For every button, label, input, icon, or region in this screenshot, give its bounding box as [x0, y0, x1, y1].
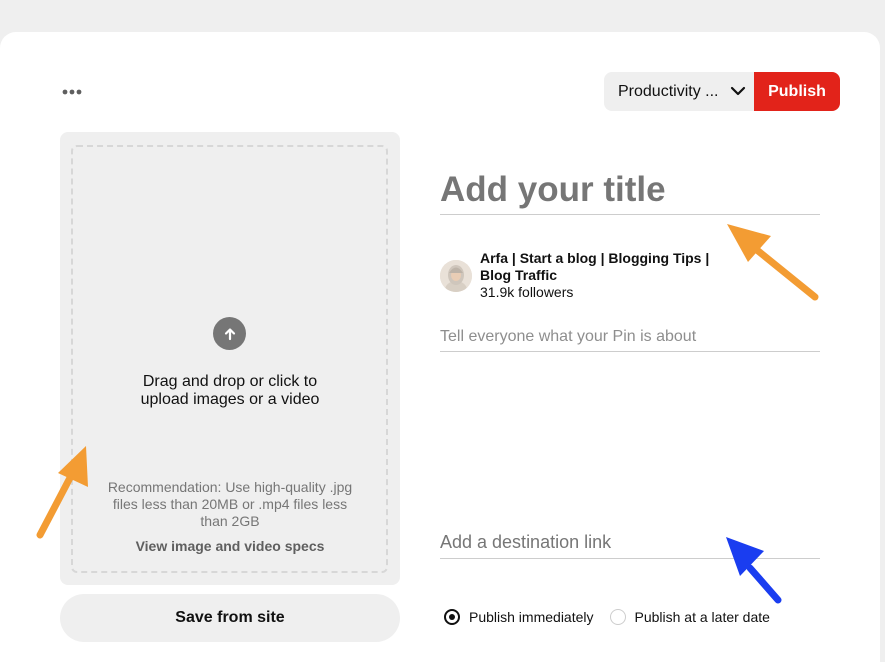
avatar-image	[440, 260, 472, 292]
profile-name-line2[interactable]: Blog Traffic	[480, 267, 740, 284]
upload-instructions: Drag and drop or click to upload images …	[60, 373, 400, 409]
chevron-down-icon	[730, 86, 746, 96]
publish-immediately-option[interactable]: Publish immediately	[444, 609, 594, 625]
description-input[interactable]	[440, 322, 820, 352]
upload-panel: Drag and drop or click to upload images …	[60, 132, 400, 585]
recommendation-line2: files less than 20MB or .mp4 files less	[112, 496, 348, 512]
avatar	[440, 260, 472, 292]
board-select-value: Productivity ...	[618, 82, 719, 100]
destination-link-input[interactable]	[440, 527, 820, 559]
more-horizontal-icon	[62, 89, 82, 95]
profile-name-line1[interactable]: Arfa | Start a blog | Blogging Tips |	[480, 250, 740, 267]
more-options-button[interactable]	[58, 80, 86, 104]
publish-later-label: Publish at a later date	[634, 609, 770, 625]
view-specs-link[interactable]: View image and video specs	[60, 538, 400, 554]
title-input[interactable]	[440, 165, 820, 215]
publish-later-option[interactable]: Publish at a later date	[609, 609, 770, 625]
upload-instruction-line1: Drag and drop or click to	[142, 373, 318, 390]
publish-immediately-label: Publish immediately	[469, 609, 594, 625]
profile-followers: 31.9k followers	[480, 284, 574, 300]
upload-arrow-glyph	[224, 327, 235, 340]
upload-recommendation: Recommendation: Use high-quality .jpg fi…	[90, 479, 370, 530]
publish-button[interactable]: Publish	[754, 72, 840, 111]
upload-arrow-icon[interactable]	[213, 317, 246, 350]
save-from-site-button[interactable]: Save from site	[60, 594, 400, 642]
radio-unchecked-icon[interactable]	[609, 609, 626, 625]
upload-instruction-line2: upload images or a video	[140, 391, 320, 408]
board-select-dropdown[interactable]: Productivity ...	[604, 72, 754, 111]
radio-checked-icon[interactable]	[444, 609, 460, 625]
recommendation-line1: Recommendation: Use high-quality .jpg	[107, 479, 353, 495]
profile-info: Arfa | Start a blog | Blogging Tips | Bl…	[440, 250, 740, 301]
recommendation-line3: than 2GB	[200, 513, 260, 529]
publish-timing-options: Publish immediately Publish at a later d…	[444, 609, 786, 625]
